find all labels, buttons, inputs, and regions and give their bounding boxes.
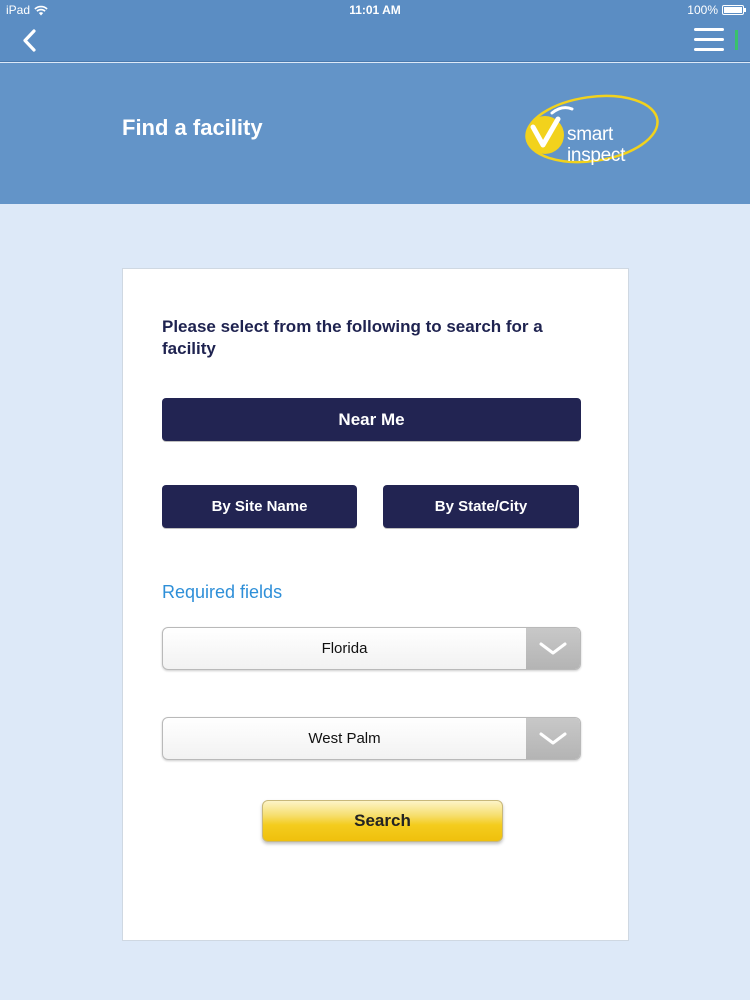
page-header: Find a facility smart inspect bbox=[0, 63, 750, 204]
clock: 11:01 AM bbox=[349, 3, 401, 17]
instructions-text: Please select from the following to sear… bbox=[162, 317, 543, 358]
navigation-bar bbox=[0, 20, 750, 62]
search-button[interactable]: Search bbox=[262, 800, 503, 842]
logo-line-2: inspect bbox=[567, 145, 626, 166]
city-select-value: West Palm bbox=[308, 730, 381, 747]
status-indicator bbox=[735, 30, 738, 50]
state-select-value: Florida bbox=[321, 640, 368, 657]
city-select[interactable]: West Palm bbox=[162, 717, 581, 760]
battery-icon bbox=[722, 5, 746, 15]
battery-percentage: 100% bbox=[687, 3, 718, 17]
hamburger-line bbox=[694, 38, 724, 41]
by-site-name-button[interactable]: By Site Name bbox=[162, 485, 357, 528]
state-select[interactable]: Florida bbox=[162, 627, 581, 670]
logo-wordmark: smart inspect bbox=[567, 124, 625, 166]
city-select-toggle[interactable] bbox=[526, 718, 580, 759]
battery-indicator: 100% bbox=[687, 3, 746, 17]
hamburger-menu-icon bbox=[694, 28, 724, 31]
hamburger-line bbox=[694, 48, 724, 51]
page-title: Find a facility bbox=[122, 115, 263, 140]
back-button[interactable] bbox=[14, 26, 48, 56]
chevron-down-icon bbox=[539, 732, 567, 745]
menu-button[interactable] bbox=[694, 28, 724, 54]
status-bar: iPad 11:01 AM 100% bbox=[0, 0, 750, 20]
smart-inspect-logo: smart inspect bbox=[520, 91, 662, 171]
state-select-toggle[interactable] bbox=[526, 628, 580, 669]
near-me-button[interactable]: Near Me bbox=[162, 398, 581, 441]
logo-line-1: smart bbox=[567, 124, 614, 145]
search-card: Please select from the following to sear… bbox=[122, 268, 629, 941]
chevron-down-icon bbox=[539, 642, 567, 655]
required-fields-label: Required fields bbox=[162, 582, 283, 602]
chevron-left-icon bbox=[23, 29, 36, 52]
by-state-city-button[interactable]: By State/City bbox=[383, 485, 579, 528]
